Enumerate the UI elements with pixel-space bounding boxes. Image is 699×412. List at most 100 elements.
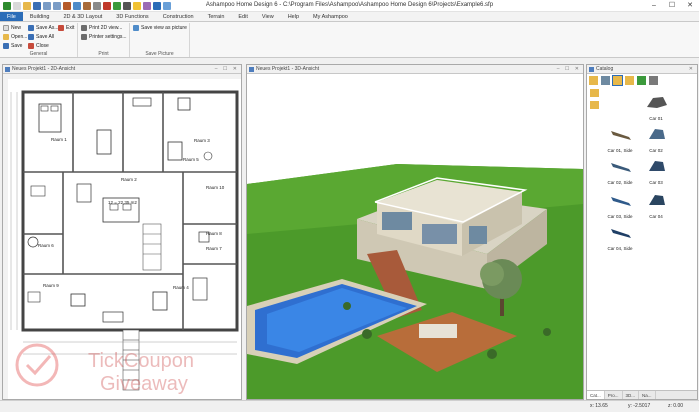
printer-settings-button[interactable]: Printer settings... bbox=[81, 34, 127, 40]
item-label: Car 03 bbox=[649, 180, 663, 185]
close-label: Close bbox=[36, 43, 49, 49]
tab-navigator[interactable]: Na... bbox=[639, 391, 656, 399]
menu-layout[interactable]: 2D & 3D Layout bbox=[56, 12, 109, 21]
coord-y: y: -2.5017 bbox=[628, 403, 651, 409]
new-icon bbox=[3, 25, 9, 31]
folder-icon[interactable] bbox=[589, 76, 598, 85]
picture-icon bbox=[133, 25, 139, 31]
view-3d-panel[interactable]: Neues Projekt1 - 3D-Ansicht – ☐ ✕ bbox=[246, 64, 584, 400]
close-icon[interactable]: ✕ bbox=[681, 0, 699, 12]
open-button[interactable]: Open... bbox=[3, 34, 27, 40]
item-label: Car 03, Side bbox=[607, 214, 633, 219]
window-controls: – ☐ ✕ bbox=[645, 0, 699, 12]
panel-controls[interactable]: – ☐ ✕ bbox=[215, 65, 239, 74]
box-icon[interactable] bbox=[649, 76, 658, 85]
print-2d-label: Print 2D view... bbox=[89, 25, 123, 31]
catalog-item[interactable]: Car 03, Side bbox=[601, 189, 639, 219]
save-all-button[interactable]: Save All bbox=[28, 34, 54, 40]
view-3d-canvas[interactable] bbox=[247, 74, 583, 399]
panel-controls[interactable]: – ☐ ✕ bbox=[557, 65, 581, 74]
group-general: New Open... Save Save As... Save All Clo… bbox=[0, 23, 78, 57]
watermark-logo bbox=[15, 343, 59, 387]
plan-2d-header: Neues Projekt1 - 2D-Ansicht – ☐ ✕ bbox=[3, 65, 241, 74]
view-3d-title: Neues Projekt1 - 3D-Ansicht bbox=[256, 66, 320, 72]
menu-help[interactable]: Help bbox=[281, 12, 306, 21]
room-label: Raum 7 bbox=[206, 246, 222, 251]
group-save-picture: Save view as picture Save Picture bbox=[130, 23, 190, 57]
catalog-folder[interactable] bbox=[590, 101, 599, 109]
close-doc-icon bbox=[28, 43, 34, 49]
save-as-button[interactable]: Save As... bbox=[28, 25, 59, 31]
catalog-item[interactable]: Car 02, Side bbox=[601, 155, 639, 185]
catalog-item[interactable]: Car 02 bbox=[637, 123, 675, 153]
catalog-item[interactable]: Car 03 bbox=[637, 155, 675, 185]
printer-icon bbox=[81, 25, 87, 31]
print-2d-button[interactable]: Print 2D view... bbox=[81, 25, 122, 31]
menu-my-ashampoo[interactable]: My Ashampoo bbox=[306, 12, 355, 21]
car-icon bbox=[611, 131, 631, 140]
status-bar: x: 13.65 y: -2.5017 z: 0.00 bbox=[0, 400, 699, 412]
filter-icon[interactable] bbox=[601, 76, 610, 85]
tab-properties[interactable]: Pro... bbox=[605, 391, 623, 399]
item-label: Car 04 bbox=[649, 214, 663, 219]
tab-catalog[interactable]: Cat... bbox=[587, 391, 605, 399]
save-view-label: Save view as picture bbox=[141, 25, 187, 31]
menu-terrain[interactable]: Terrain bbox=[201, 12, 232, 21]
tree-icon[interactable] bbox=[637, 76, 646, 85]
catalog-item[interactable]: Car 04, Side bbox=[601, 221, 639, 251]
room-label: Raum 2 bbox=[121, 177, 137, 182]
coord-z: z: 0.00 bbox=[668, 403, 684, 409]
group-label: Save Picture bbox=[145, 51, 174, 57]
save-as-label: Save As... bbox=[36, 25, 59, 31]
car-icon bbox=[649, 129, 665, 139]
item-label: Car 01, Side bbox=[607, 148, 633, 153]
watermark-text-line1: TickCoupon bbox=[88, 350, 194, 372]
catalog-icon bbox=[589, 67, 594, 72]
catalog-toolbar bbox=[589, 75, 658, 86]
car-icon bbox=[611, 163, 631, 172]
room-label: Raum 6 bbox=[38, 243, 54, 248]
save-view-button[interactable]: Save view as picture bbox=[133, 25, 187, 31]
disk-icon bbox=[28, 34, 34, 40]
minimize-icon[interactable]: – bbox=[645, 0, 663, 12]
disk-icon bbox=[3, 43, 9, 49]
plan-icon bbox=[5, 67, 10, 72]
item-label: Car 04, Side bbox=[607, 246, 633, 251]
close-button[interactable]: Close bbox=[28, 43, 49, 49]
catalog-title: Catalog bbox=[596, 66, 614, 72]
car-icon bbox=[611, 197, 631, 206]
menu-construction[interactable]: Construction bbox=[156, 12, 201, 21]
exit-button[interactable]: Exit bbox=[58, 25, 74, 31]
menu-building[interactable]: Building bbox=[23, 12, 57, 21]
menu-3d-functions[interactable]: 3D Functions bbox=[109, 12, 155, 21]
catalog-item[interactable]: Car 04 bbox=[637, 189, 675, 219]
room-label: Raum 5 bbox=[183, 157, 199, 162]
tab-3d[interactable]: 3D... bbox=[623, 391, 640, 399]
menu-view[interactable]: View bbox=[255, 12, 281, 21]
room-label: Raum 3 bbox=[194, 138, 210, 143]
save-button[interactable]: Save bbox=[3, 43, 22, 49]
item-label: Car 01 bbox=[649, 116, 663, 121]
save-all-label: Save All bbox=[36, 34, 55, 40]
group-print: Print 2D view... Printer settings... Pri… bbox=[78, 23, 130, 57]
arrow-icon[interactable] bbox=[625, 76, 634, 85]
panel-controls[interactable]: ✕ bbox=[689, 65, 695, 74]
menu-file[interactable]: File bbox=[0, 12, 23, 21]
new-button[interactable]: New bbox=[3, 25, 21, 31]
open-label: Open... bbox=[11, 34, 28, 40]
window-title: Ashampoo Home Design 6 - C:\Program File… bbox=[205, 2, 494, 8]
maximize-icon[interactable]: ☐ bbox=[663, 0, 681, 12]
printer-settings-label: Printer settings... bbox=[89, 34, 127, 40]
menu-edit[interactable]: Edit bbox=[231, 12, 254, 21]
exit-icon bbox=[58, 25, 64, 31]
car-icon bbox=[649, 161, 665, 171]
watermark-text-line2: Giveaway bbox=[100, 373, 188, 395]
car-icon[interactable] bbox=[612, 75, 623, 86]
catalog-item[interactable]: Car 01, Side bbox=[601, 123, 639, 153]
save-label: Save bbox=[11, 43, 23, 49]
group-label: Print bbox=[98, 51, 109, 57]
catalog-folder-up[interactable] bbox=[590, 89, 599, 97]
catalog-item[interactable]: Car 01 bbox=[637, 91, 675, 121]
printer-icon bbox=[81, 34, 87, 40]
area-label: 12 = 22,35 m2 bbox=[108, 200, 137, 205]
